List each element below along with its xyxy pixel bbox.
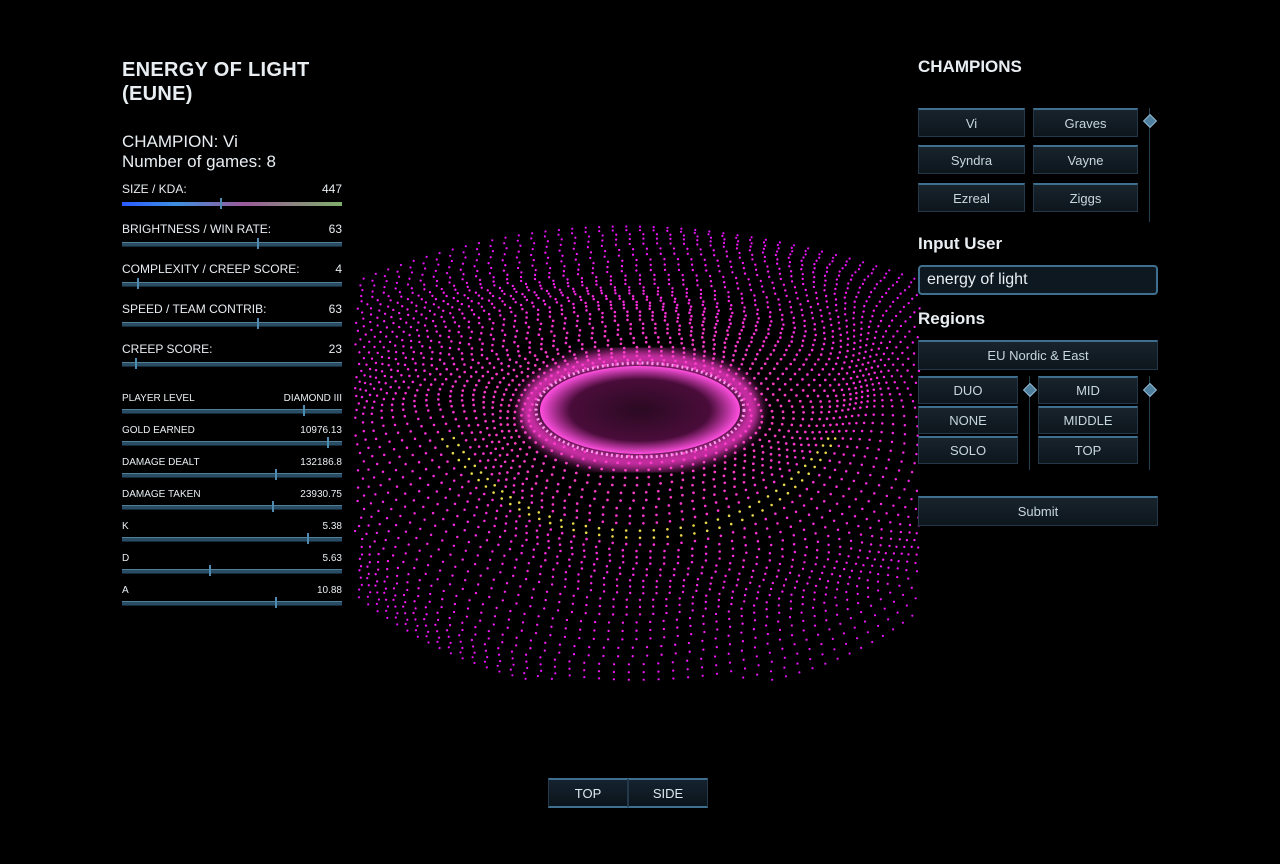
stat-value: 23930.75 bbox=[300, 489, 342, 500]
champion-button-syndra[interactable]: Syndra bbox=[918, 145, 1025, 174]
view-side-button[interactable]: SIDE bbox=[628, 778, 708, 808]
view-top-button[interactable]: TOP bbox=[548, 778, 628, 808]
stat-speed-team-contrib: SPEED / TEAM CONTRIB: 63 bbox=[122, 296, 342, 336]
stat-size-kda: SIZE / KDA: 447 bbox=[122, 176, 342, 216]
slider-thumb[interactable] bbox=[135, 358, 138, 369]
stat-value: 447 bbox=[321, 182, 342, 196]
champion-button-vayne[interactable]: Vayne bbox=[1033, 145, 1138, 174]
lane-option-middle[interactable]: MIDDLE bbox=[1038, 406, 1138, 434]
stat-label: PLAYER LEVEL bbox=[122, 393, 195, 404]
slider-track[interactable] bbox=[122, 569, 342, 574]
queue-scroll-handle[interactable] bbox=[1022, 382, 1038, 398]
slider-thumb[interactable] bbox=[209, 565, 212, 576]
stats-panel: ENERGY OF LIGHT (EUNE) CHAMPION: Vi Numb… bbox=[122, 58, 342, 612]
stat-value: 132186.8 bbox=[300, 457, 342, 468]
input-user-title: Input User bbox=[918, 234, 1003, 253]
stat-value: 10.88 bbox=[316, 585, 342, 596]
slider-track[interactable] bbox=[122, 441, 342, 446]
queue-option-none[interactable]: NONE bbox=[918, 406, 1018, 434]
queue-option-duo[interactable]: DUO bbox=[918, 376, 1018, 404]
slider-track[interactable] bbox=[122, 202, 342, 206]
stat-gold-earned: GOLD EARNED 10976.13 bbox=[122, 420, 342, 452]
search-panel: CHAMPIONS Vi Graves Syndra Vayne Ezreal … bbox=[918, 56, 1158, 536]
slider-thumb[interactable] bbox=[302, 405, 305, 416]
stat-label: COMPLEXITY / CREEP SCORE: bbox=[122, 262, 300, 276]
lane-scroll-handle[interactable] bbox=[1142, 382, 1158, 398]
stat-value: 5.63 bbox=[322, 553, 342, 564]
stat-complexity-creep-score: COMPLEXITY / CREEP SCORE: 4 bbox=[122, 256, 342, 296]
slider-thumb[interactable] bbox=[272, 501, 275, 512]
slider-track[interactable] bbox=[122, 362, 342, 367]
lane-option-top[interactable]: TOP bbox=[1038, 436, 1138, 464]
slider-track[interactable] bbox=[122, 505, 342, 510]
slider-thumb[interactable] bbox=[137, 278, 140, 289]
champion-button-ziggs[interactable]: Ziggs bbox=[1033, 183, 1138, 212]
user-input[interactable]: energy of light bbox=[918, 265, 1158, 295]
stat-label: K bbox=[122, 521, 129, 532]
slider-track[interactable] bbox=[122, 601, 342, 606]
champion-label: CHAMPION: Vi bbox=[122, 132, 238, 151]
stat-label: SPEED / TEAM CONTRIB: bbox=[122, 302, 267, 316]
detail-stats: PLAYER LEVEL DIAMOND III GOLD EARNED 109… bbox=[122, 388, 342, 612]
stat-damage-dealt: DAMAGE DEALT 132186.8 bbox=[122, 452, 342, 484]
main-stats: SIZE / KDA: 447 BRIGHTNESS / WIN RATE: 6… bbox=[122, 176, 342, 376]
stat-label: A bbox=[122, 585, 129, 596]
slider-track[interactable] bbox=[122, 409, 342, 414]
slider-thumb[interactable] bbox=[220, 198, 223, 209]
slider-track[interactable] bbox=[122, 473, 342, 478]
champions-title: CHAMPIONS bbox=[918, 57, 1022, 76]
champion-button-vi[interactable]: Vi bbox=[918, 108, 1025, 137]
champions-scroll-handle[interactable] bbox=[1142, 113, 1158, 129]
slider-track[interactable] bbox=[122, 322, 342, 327]
stat-label: CREEP SCORE: bbox=[122, 342, 213, 356]
stat-kills: K 5.38 bbox=[122, 516, 342, 548]
stat-value: 4 bbox=[335, 262, 342, 276]
stat-value: DIAMOND III bbox=[283, 393, 342, 404]
slider-thumb[interactable] bbox=[326, 437, 329, 448]
champion-button-ezreal[interactable]: Ezreal bbox=[918, 183, 1025, 212]
stat-label: GOLD EARNED bbox=[122, 425, 195, 436]
slider-thumb[interactable] bbox=[274, 469, 277, 480]
stat-deaths: D 5.63 bbox=[122, 548, 342, 580]
champion-button-graves[interactable]: Graves bbox=[1033, 108, 1138, 137]
submit-button[interactable]: Submit bbox=[918, 496, 1158, 526]
region-select[interactable]: EU Nordic & East bbox=[918, 340, 1158, 370]
games-count: Number of games: 8 bbox=[122, 152, 277, 171]
stat-player-level: PLAYER LEVEL DIAMOND III bbox=[122, 388, 342, 420]
slider-thumb[interactable] bbox=[274, 597, 277, 608]
regions-title: Regions bbox=[918, 309, 986, 328]
stat-label: DAMAGE TAKEN bbox=[122, 489, 201, 500]
stat-value: 23 bbox=[328, 342, 342, 356]
stat-label: SIZE / KDA: bbox=[122, 182, 187, 196]
slider-thumb[interactable] bbox=[307, 533, 310, 544]
slider-track[interactable] bbox=[122, 242, 342, 247]
page-title: ENERGY OF LIGHT (EUNE) bbox=[122, 59, 310, 105]
slider-thumb[interactable] bbox=[257, 238, 260, 249]
stat-value: 63 bbox=[328, 302, 342, 316]
stat-label: D bbox=[122, 553, 130, 564]
lane-option-mid[interactable]: MID bbox=[1038, 376, 1138, 404]
stat-label: DAMAGE DEALT bbox=[122, 457, 200, 468]
stat-label: BRIGHTNESS / WIN RATE: bbox=[122, 222, 272, 236]
stat-value: 63 bbox=[328, 222, 342, 236]
stat-damage-taken: DAMAGE TAKEN 23930.75 bbox=[122, 484, 342, 516]
stat-value: 5.38 bbox=[322, 521, 342, 532]
slider-track[interactable] bbox=[122, 282, 342, 287]
queue-option-solo[interactable]: SOLO bbox=[918, 436, 1018, 464]
slider-thumb[interactable] bbox=[257, 318, 260, 329]
stat-brightness-win-rate: BRIGHTNESS / WIN RATE: 63 bbox=[122, 216, 342, 256]
stat-value: 10976.13 bbox=[300, 425, 342, 436]
stat-assists: A 10.88 bbox=[122, 580, 342, 612]
stat-creep-score: CREEP SCORE: 23 bbox=[122, 336, 342, 376]
